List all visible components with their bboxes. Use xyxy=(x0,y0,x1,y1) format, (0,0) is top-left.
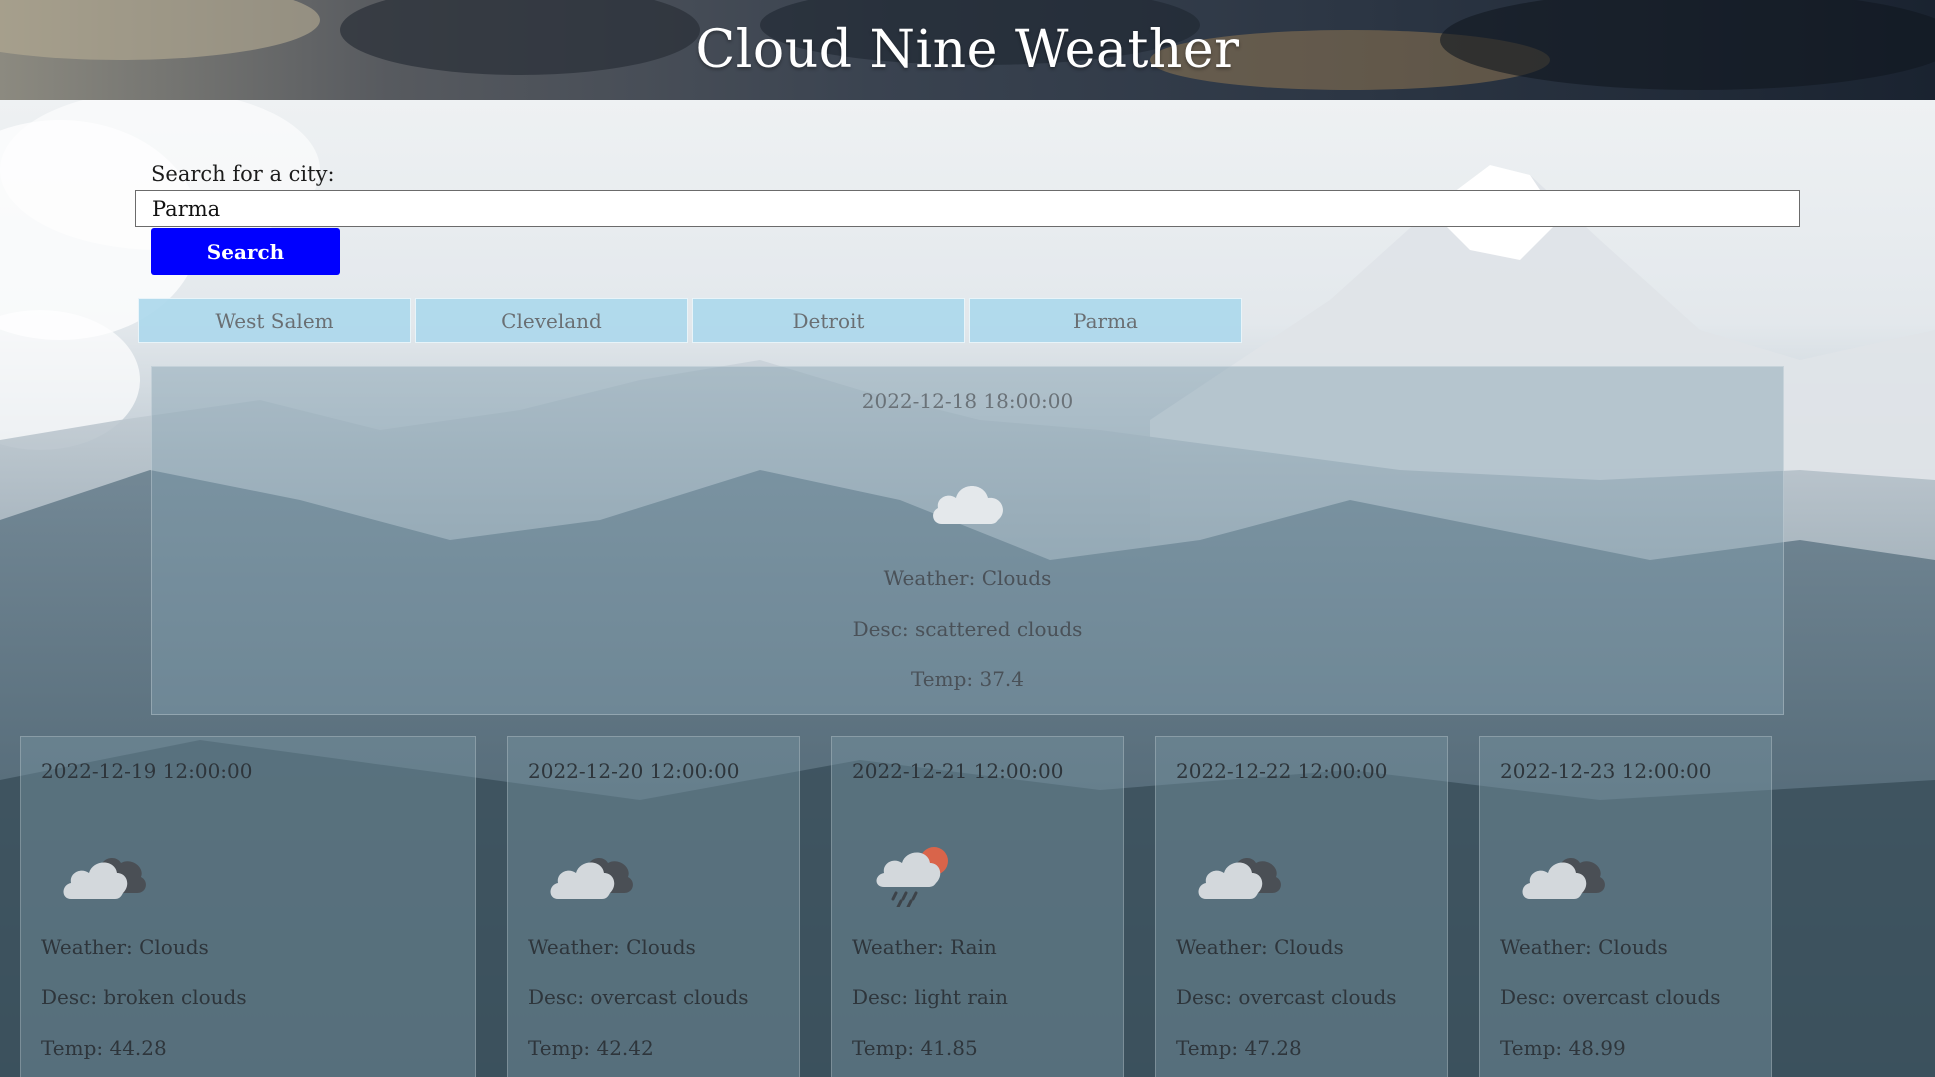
history-button-detroit[interactable]: Detroit xyxy=(692,298,965,343)
light-rain-icon xyxy=(876,847,948,907)
search-history: West Salem Cleveland Detroit Parma xyxy=(138,298,1242,343)
city-search-input[interactable] xyxy=(135,190,1800,227)
current-date: 2022-12-18 18:00:00 xyxy=(861,389,1074,413)
five-day-forecast: 2022-12-19 12:00:00 Weather: Clouds Desc… xyxy=(0,736,1935,1077)
current-weather: Weather: Clouds xyxy=(883,566,1052,590)
overcast-clouds-icon xyxy=(550,858,633,899)
forecast-date: 2022-12-22 12:00:00 xyxy=(1176,759,1388,783)
page-title: Cloud Nine Weather xyxy=(695,20,1240,80)
history-button-parma[interactable]: Parma xyxy=(969,298,1242,343)
forecast-date: 2022-12-19 12:00:00 xyxy=(41,759,253,783)
overcast-clouds-icon xyxy=(1198,858,1281,899)
forecast-temperature: Temp: 48.99 xyxy=(1500,1036,1626,1060)
forecast-temperature: Temp: 44.28 xyxy=(41,1036,167,1060)
cloud-icon xyxy=(933,486,1003,524)
search-label: Search for a city: xyxy=(151,162,335,186)
search-section: Search for a city: Search xyxy=(135,158,1800,275)
history-button-cleveland[interactable]: Cleveland xyxy=(415,298,688,343)
current-description: Desc: scattered clouds xyxy=(852,617,1083,641)
forecast-date: 2022-12-21 12:00:00 xyxy=(852,759,1064,783)
forecast-temperature: Temp: 42.42 xyxy=(528,1036,654,1060)
search-button[interactable]: Search xyxy=(151,228,340,275)
app-header: Cloud Nine Weather xyxy=(0,0,1935,100)
current-weather-card: 2022-12-18 18:00:00 Weather: Clouds Desc… xyxy=(151,366,1784,715)
forecast-description: Desc: overcast clouds xyxy=(1500,985,1721,1009)
broken-clouds-icon xyxy=(63,858,146,899)
forecast-temperature: Temp: 41.85 xyxy=(852,1036,978,1060)
forecast-date: 2022-12-20 12:00:00 xyxy=(528,759,740,783)
forecast-description: Desc: overcast clouds xyxy=(1176,985,1397,1009)
forecast-description: Desc: overcast clouds xyxy=(528,985,749,1009)
forecast-description: Desc: broken clouds xyxy=(41,985,247,1009)
forecast-card: 2022-12-21 12:00:00 Weather: Rain Desc: … xyxy=(831,736,1124,1077)
forecast-date: 2022-12-23 12:00:00 xyxy=(1500,759,1712,783)
overcast-clouds-icon xyxy=(1522,858,1605,899)
history-button-west-salem[interactable]: West Salem xyxy=(138,298,411,343)
forecast-temperature: Temp: 47.28 xyxy=(1176,1036,1302,1060)
forecast-card: 2022-12-22 12:00:00 Weather: Clouds Desc… xyxy=(1155,736,1448,1077)
forecast-description: Desc: light rain xyxy=(852,985,1009,1009)
forecast-card: 2022-12-23 12:00:00 Weather: Clouds Desc… xyxy=(1479,736,1772,1077)
forecast-weather: Weather: Clouds xyxy=(1500,935,1668,959)
forecast-weather: Weather: Clouds xyxy=(41,935,209,959)
forecast-weather: Weather: Clouds xyxy=(528,935,696,959)
forecast-card: 2022-12-20 12:00:00 Weather: Clouds Desc… xyxy=(507,736,800,1077)
forecast-weather: Weather: Clouds xyxy=(1176,935,1344,959)
current-temperature: Temp: 37.4 xyxy=(910,667,1025,691)
forecast-card: 2022-12-19 12:00:00 Weather: Clouds Desc… xyxy=(20,736,476,1077)
forecast-weather: Weather: Rain xyxy=(852,935,997,959)
